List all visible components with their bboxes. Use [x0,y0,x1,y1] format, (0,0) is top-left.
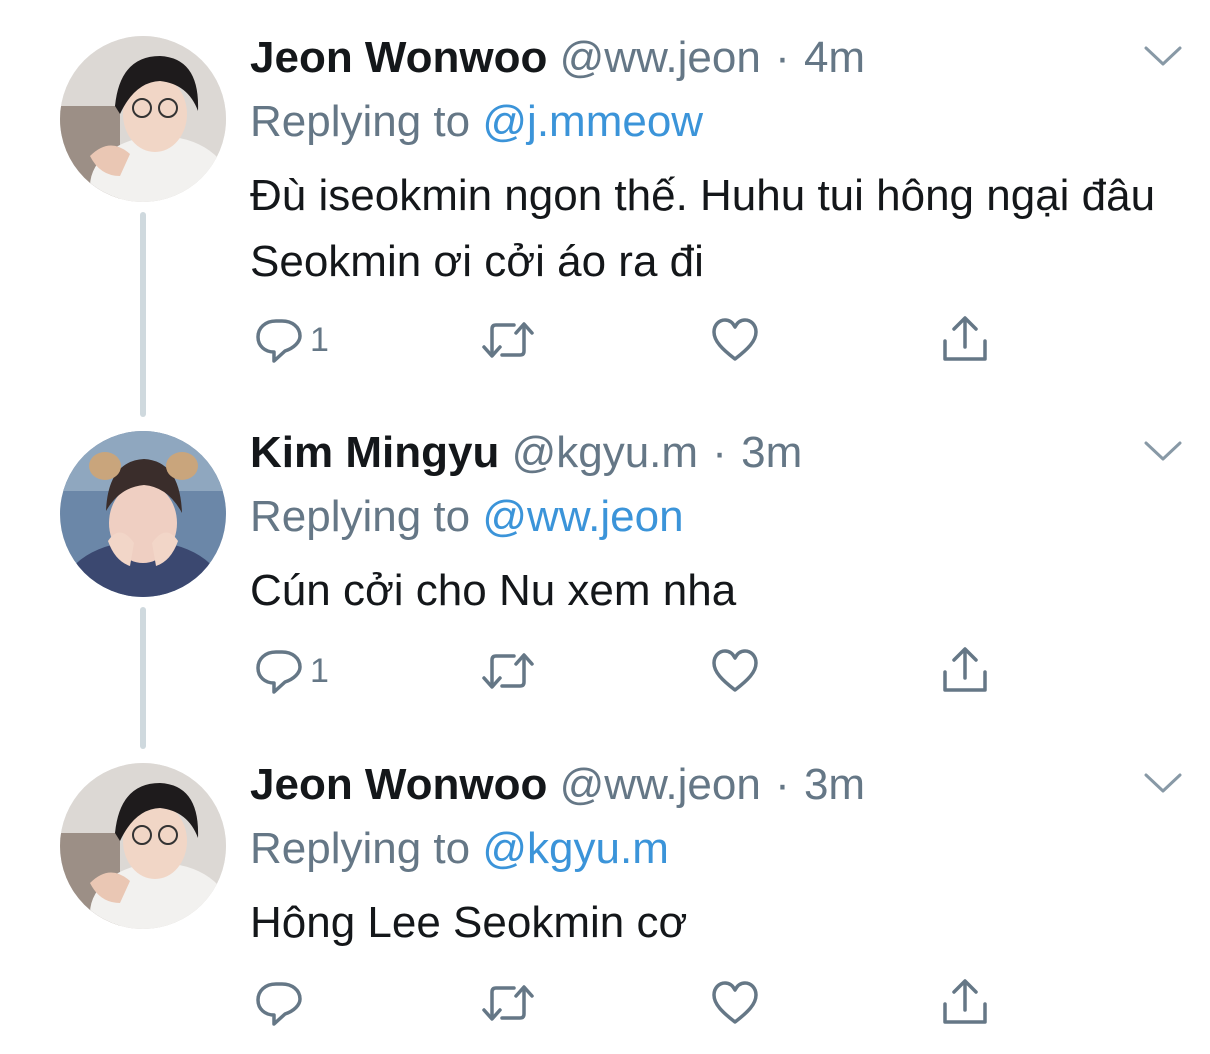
share-button[interactable] [940,975,990,1031]
tweet-header: Jeon Wonwoo @ww.jeon · 4m [250,30,865,86]
user-handle[interactable]: @ww.jeon [560,33,761,82]
avatar-photo-mingyu [60,431,226,597]
reply-icon [256,319,302,363]
reply-button[interactable] [254,975,310,1031]
like-button[interactable] [710,312,760,368]
replying-to-line: Replying to @j.mmeow [250,94,703,150]
tweet-header: Kim Mingyu @kgyu.m · 3m [250,425,802,481]
reply-icon [256,650,302,694]
avatar[interactable] [60,431,226,597]
reply-button[interactable]: 1 [254,643,329,699]
reply-button[interactable]: 1 [254,312,329,368]
retweet-button[interactable] [480,975,536,1031]
avatar-photo-wonwoo [60,36,226,202]
avatar-photo-wonwoo [60,763,226,929]
replying-to-mention[interactable]: @kgyu.m [482,824,668,873]
retweet-icon [482,985,534,1021]
heart-icon [712,649,758,692]
user-handle[interactable]: @ww.jeon [560,760,761,809]
display-name[interactable]: Kim Mingyu [250,428,499,477]
replying-to-line: Replying to @kgyu.m [250,821,669,877]
display-name[interactable]: Jeon Wonwoo [250,33,547,82]
replying-to-mention[interactable]: @ww.jeon [482,492,683,541]
timestamp[interactable]: 3m [804,760,865,809]
tweet[interactable]: Kim Mingyu @kgyu.m · 3m Replying to @ww.… [0,395,1210,725]
chevron-down-icon[interactable] [1140,767,1186,799]
reply-icon [256,982,302,1026]
tweet[interactable]: Jeon Wonwoo @ww.jeon · 4m Replying to @j… [0,0,1210,363]
retweet-button[interactable] [480,643,536,699]
like-button[interactable] [710,975,760,1031]
user-handle[interactable]: @kgyu.m [512,428,698,477]
retweet-icon [482,653,534,689]
share-button[interactable] [940,312,990,368]
tweet-text: Đù iseokmin ngon thế. Huhu tui hông ngại… [250,171,1156,286]
replying-to-mention[interactable]: @j.mmeow [482,97,703,146]
share-icon [943,979,987,1024]
retweet-button[interactable] [480,312,536,368]
retweet-icon [482,322,534,358]
replying-to-label: Replying to [250,97,471,146]
avatar[interactable] [60,763,226,929]
timestamp[interactable]: 3m [741,428,802,477]
tweet[interactable]: Jeon Wonwoo @ww.jeon · 3m Replying to @k… [0,727,1210,1054]
separator-dot: · [775,760,790,809]
replying-to-label: Replying to [250,824,471,873]
separator-dot: · [712,428,727,477]
heart-icon [712,981,758,1024]
share-button[interactable] [940,643,990,699]
tweet-actions: 1 [250,643,1010,703]
share-icon [943,647,987,692]
avatar[interactable] [60,36,226,202]
display-name[interactable]: Jeon Wonwoo [250,760,547,809]
like-button[interactable] [710,643,760,699]
chevron-down-icon[interactable] [1140,40,1186,72]
tweet-header: Jeon Wonwoo @ww.jeon · 3m [250,757,865,813]
chevron-down-icon[interactable] [1140,435,1186,467]
separator-dot: · [775,33,790,82]
timestamp[interactable]: 4m [804,33,865,82]
share-icon [943,316,987,361]
reply-count: 1 [310,651,329,690]
reply-count: 1 [310,320,329,359]
replying-to-line: Replying to @ww.jeon [250,489,684,545]
tweet-actions [250,975,1010,1035]
tweet-text: Hông Lee Seokmin cơ [250,898,688,947]
heart-icon [712,318,758,361]
tweet-actions: 1 [250,312,1010,372]
replying-to-label: Replying to [250,492,471,541]
tweet-text: Cún cởi cho Nu xem nha [250,566,737,615]
